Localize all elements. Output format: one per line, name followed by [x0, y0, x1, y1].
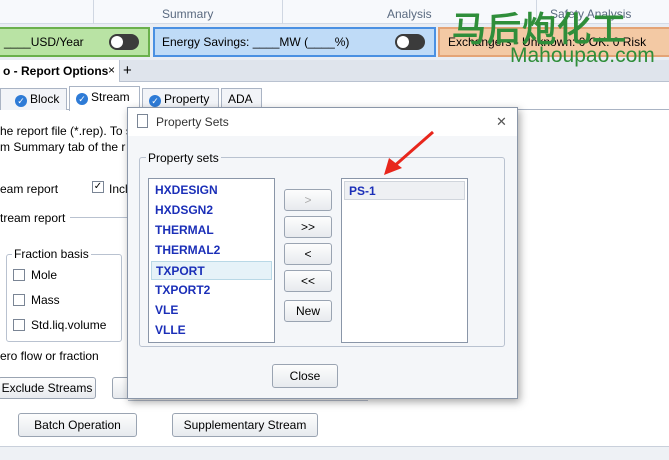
- report-file-description: he report file (*.rep). To s: [0, 124, 132, 138]
- bottom-bar: [0, 446, 669, 460]
- add-button[interactable]: >: [284, 189, 332, 211]
- arrow-shaft: [391, 130, 434, 170]
- mole-label: Mole: [31, 268, 58, 282]
- stdliq-checkbox[interactable]: [13, 319, 25, 331]
- include-label: Incl: [109, 182, 128, 196]
- check-icon: ✓: [15, 95, 27, 107]
- list-item[interactable]: HXDESIGN: [151, 181, 218, 200]
- ribbon-separator: [93, 0, 94, 24]
- doc-tab-report-options[interactable]: o - Report Options ×: [0, 60, 120, 82]
- close-icon[interactable]: ✕: [496, 114, 507, 130]
- check-icon: ✓: [76, 93, 88, 105]
- cost-toggle[interactable]: [109, 34, 139, 50]
- stream-report-section: tream report: [0, 211, 66, 225]
- property-sets-dialog: Property Sets ✕ Property sets HXDESIGN H…: [127, 107, 518, 399]
- mole-checkbox[interactable]: [13, 269, 25, 281]
- cost-text: ____USD/Year: [4, 35, 84, 49]
- section-divider: [70, 217, 127, 218]
- fraction-basis-label: Fraction basis: [12, 247, 91, 261]
- watermark-url: Mahoupao.com: [510, 44, 655, 67]
- list-item[interactable]: VLE: [151, 301, 178, 320]
- mass-label: Mass: [31, 293, 60, 307]
- doc-tab-title: o - Report Options: [3, 64, 109, 78]
- cost-panel: ____USD/Year: [0, 27, 150, 57]
- list-item[interactable]: THERMAL: [151, 221, 214, 240]
- include-checkbox[interactable]: ✓: [92, 181, 104, 193]
- exclude-streams-button[interactable]: Exclude Streams: [0, 377, 96, 399]
- energy-savings-text: Energy Savings: ____MW (____%): [162, 35, 350, 49]
- stdliq-label: Std.liq.volume: [31, 318, 107, 332]
- close-button[interactable]: Close: [272, 364, 338, 388]
- stream-report-label: eam report: [0, 182, 59, 196]
- new-button[interactable]: New: [284, 300, 332, 322]
- dialog-titlebar: Property Sets ✕: [128, 108, 517, 136]
- ribbon-separator: [282, 0, 283, 24]
- available-property-sets-list[interactable]: HXDESIGN HXDSGN2 THERMAL THERMAL2 TXPORT…: [148, 178, 275, 343]
- remove-button[interactable]: <: [284, 243, 332, 265]
- add-tab-icon[interactable]: +: [123, 62, 132, 79]
- list-item[interactable]: TXPORT2: [151, 281, 210, 300]
- selected-property-sets-list[interactable]: PS-1: [341, 178, 468, 343]
- list-item[interactable]: HXDSGN2: [151, 201, 213, 220]
- summary-tab-description: m Summary tab of the r: [0, 140, 126, 154]
- property-sets-label: Property sets: [146, 151, 221, 165]
- ribbon-group-summary: Summary: [162, 7, 214, 21]
- close-icon[interactable]: ×: [108, 63, 115, 77]
- list-item-selected[interactable]: PS-1: [344, 181, 465, 200]
- ribbon-group-analysis: Analysis: [387, 7, 432, 21]
- tab-block[interactable]: ✓ Block: [0, 88, 67, 110]
- document-icon: [137, 114, 148, 128]
- batch-operation-button[interactable]: Batch Operation: [18, 413, 137, 437]
- annotation-arrow-icon: [384, 130, 434, 175]
- check-icon: ✓: [149, 95, 161, 107]
- energy-savings-panel: Energy Savings: ____MW (____%): [153, 27, 436, 57]
- remove-all-button[interactable]: <<: [284, 270, 332, 292]
- list-item[interactable]: VLLE: [151, 321, 186, 340]
- add-all-button[interactable]: >>: [284, 216, 332, 238]
- list-item-selected[interactable]: TXPORT: [151, 261, 272, 280]
- supplementary-stream-button[interactable]: Supplementary Stream: [172, 413, 318, 437]
- zero-flow-label: ero flow or fraction: [0, 349, 99, 363]
- list-item[interactable]: THERMAL2: [151, 241, 220, 260]
- mass-checkbox[interactable]: [13, 294, 25, 306]
- divider: [128, 400, 368, 401]
- dialog-title: Property Sets: [156, 115, 229, 129]
- energy-toggle[interactable]: [395, 34, 425, 50]
